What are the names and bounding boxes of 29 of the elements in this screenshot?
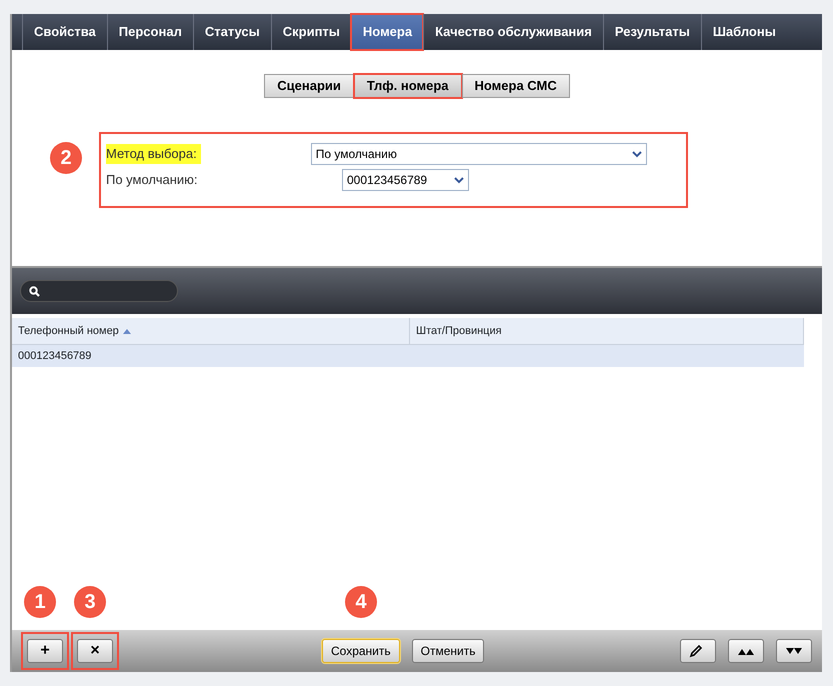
column-header[interactable]: Штат/Провинция xyxy=(410,318,804,344)
edit-button[interactable] xyxy=(680,639,716,663)
dropdown[interactable]: По умолчанию xyxy=(310,143,647,165)
nav-tab[interactable]: Персонал xyxy=(106,14,193,50)
dropdown[interactable]: 000123456789 xyxy=(342,169,469,191)
step-tab[interactable]: Сценарии xyxy=(264,74,354,98)
chevron-icon xyxy=(454,176,464,184)
chevron-icon xyxy=(632,150,642,158)
double-down-arrow-button[interactable] xyxy=(776,639,812,663)
nav-tab[interactable]: Номера xyxy=(350,14,424,50)
search-field[interactable] xyxy=(20,280,178,302)
nav-tab[interactable]: Качество обслуживания xyxy=(423,14,603,50)
table-row[interactable]: 000123456789 xyxy=(12,345,804,367)
nav-tab[interactable]: Свойства xyxy=(22,14,107,50)
nav-tab[interactable]: Статусы xyxy=(192,14,271,50)
double-up-arrow-button[interactable] xyxy=(728,639,764,663)
cancel-button[interactable]: Отменить xyxy=(412,639,484,663)
save-button[interactable]: Сохранить xyxy=(322,639,400,663)
add-button[interactable]: + xyxy=(27,639,63,663)
nav-tab[interactable]: Результаты xyxy=(602,14,701,50)
step-tab[interactable]: Номера СМС xyxy=(462,74,570,98)
nav-tab[interactable]: Шаблоны xyxy=(700,14,787,50)
column-header[interactable]: Телефонный номер xyxy=(12,318,410,344)
field-label: Метод выбора: xyxy=(106,144,201,164)
table-cell-text: 000123456789 xyxy=(17,348,92,364)
field-label: По умолчанию: xyxy=(106,171,199,190)
delete-button[interactable]: × xyxy=(77,639,113,663)
step-tab[interactable]: Тлф. номера xyxy=(354,74,462,98)
search-icon xyxy=(29,286,40,296)
